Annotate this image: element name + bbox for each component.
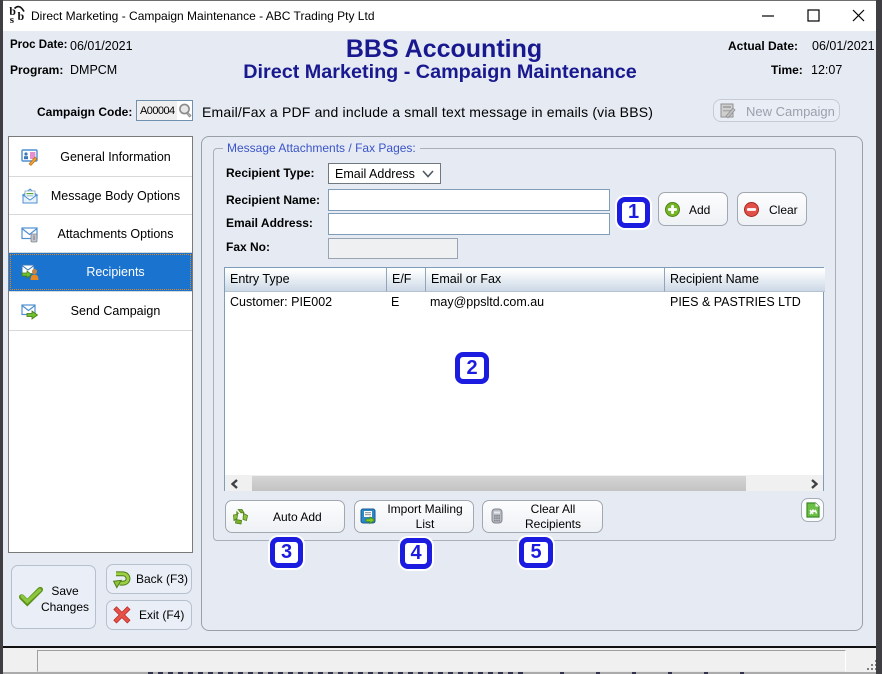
svg-text:s: s: [10, 14, 15, 26]
